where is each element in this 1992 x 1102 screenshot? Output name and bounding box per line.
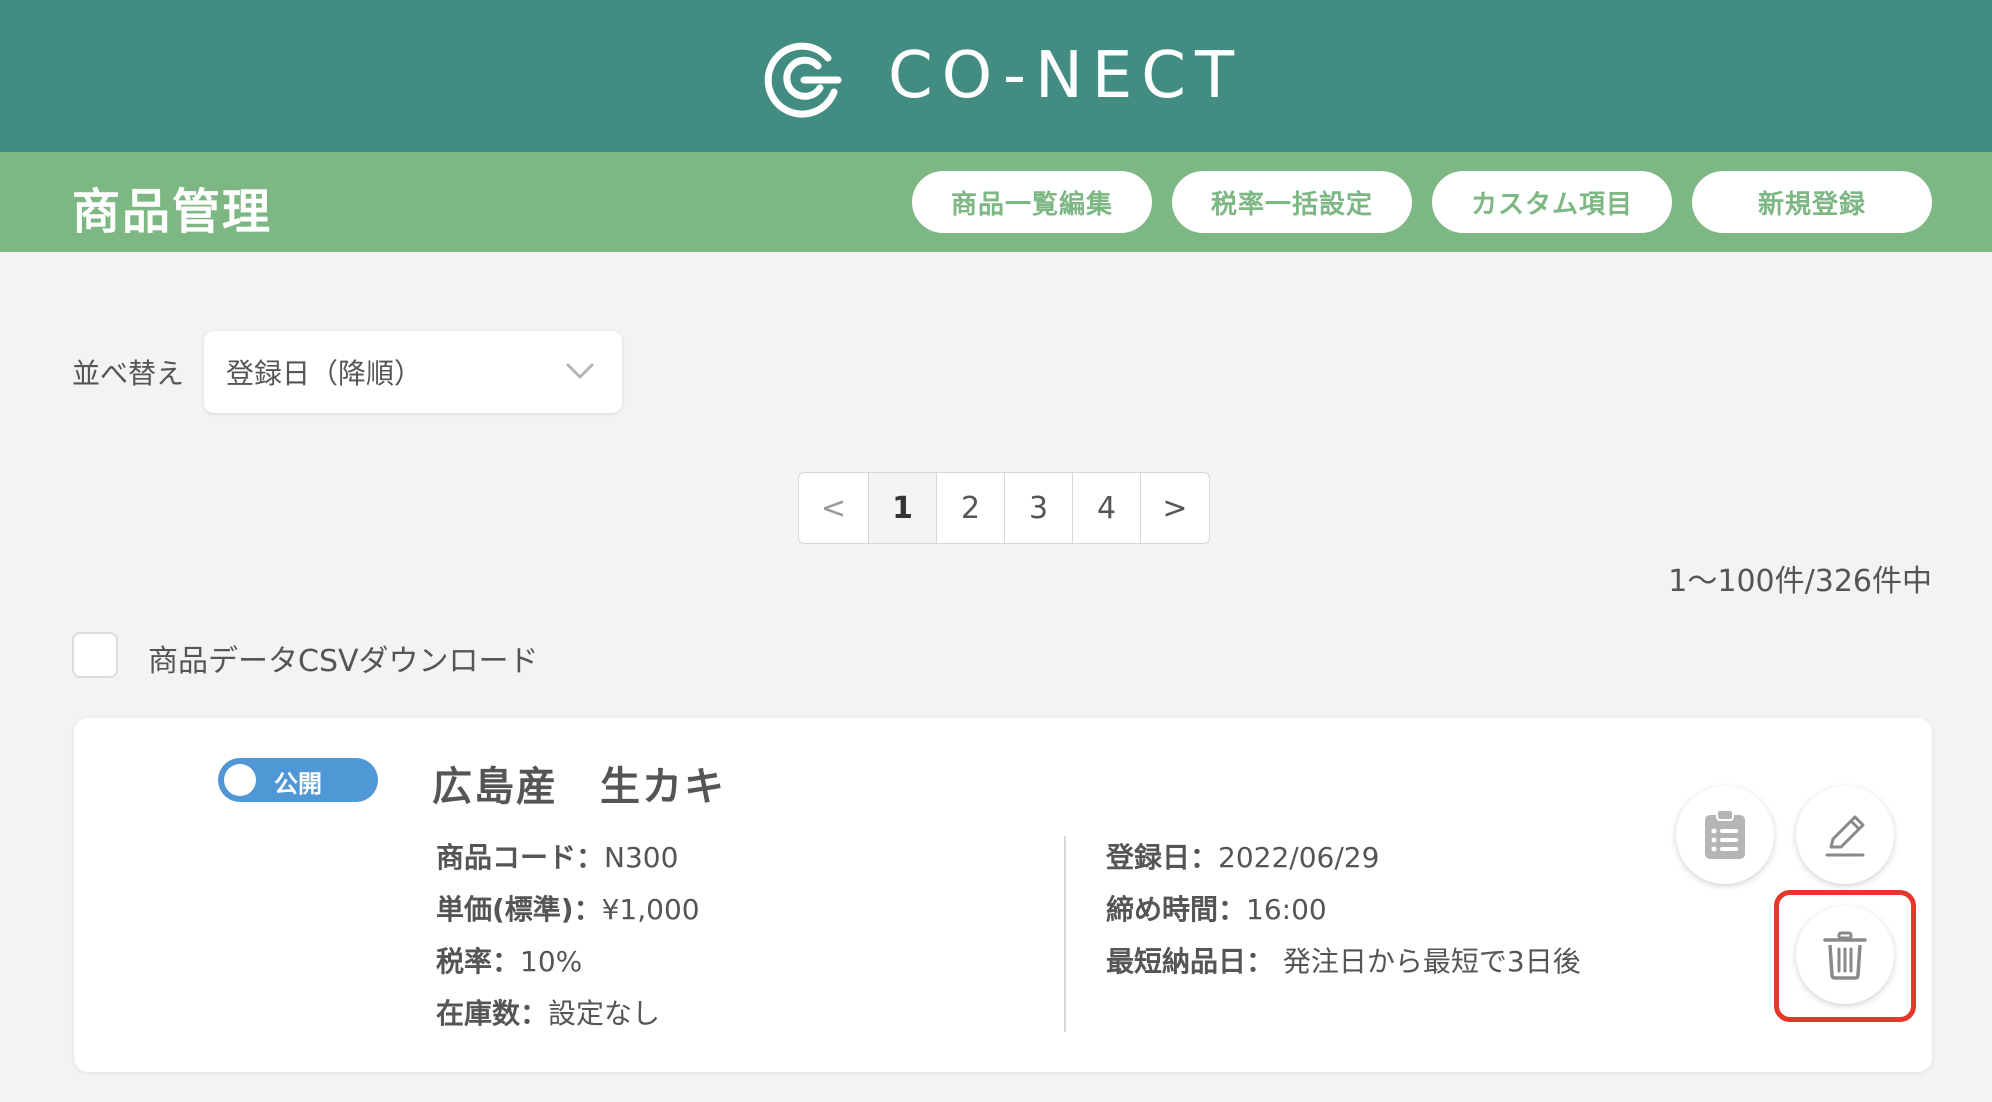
brand-name: CO-NECT (888, 39, 1244, 113)
publish-toggle[interactable]: 公開 (218, 758, 378, 802)
sort-selected-value: 登録日（降順） (226, 357, 423, 390)
new-registration-button[interactable]: 新規登録 (1692, 171, 1932, 233)
field-value: ¥1,000 (601, 893, 700, 926)
product-name: 広島産 生カキ (432, 764, 726, 810)
co-nect-logo-icon (764, 42, 842, 118)
pagination: < 1 2 3 4 > (798, 472, 1210, 544)
field-label: 登録日： (1106, 841, 1219, 874)
publish-status-label: 公開 (274, 770, 322, 798)
page-1-button[interactable]: 1 (869, 473, 937, 543)
field-value: N300 (604, 841, 679, 874)
product-code-row: 商品コード：N300 (436, 836, 678, 876)
field-label: 単価(標準)： (436, 893, 602, 926)
field-label: 締め時間： (1106, 893, 1247, 926)
field-value: 2022/06/29 (1218, 841, 1380, 874)
field-label: 税率： (436, 945, 521, 978)
prev-page-button[interactable]: < (799, 473, 869, 543)
csv-download-checkbox[interactable] (72, 632, 118, 678)
tax-rate-bulk-button[interactable]: 税率一括設定 (1172, 171, 1412, 233)
card-divider (1064, 836, 1066, 1032)
field-label: 最短納品日： (1106, 945, 1275, 978)
result-count: 1〜100件/326件中 (1668, 564, 1932, 599)
sort-select[interactable]: 登録日（降順） (204, 331, 622, 413)
field-label: 在庫数： (436, 997, 549, 1030)
csv-download-label[interactable]: 商品データCSVダウンロード (148, 636, 539, 680)
page-title: 商品管理 (72, 184, 273, 240)
field-value: 設定なし (548, 997, 661, 1030)
earliest-delivery-row: 最短納品日： 発注日から最短で3日後 (1106, 940, 1581, 980)
sort-label: 並べ替え (72, 357, 185, 390)
page-3-button[interactable]: 3 (1005, 473, 1073, 543)
brand[interactable]: CO-NECT (760, 26, 1243, 126)
stock-row: 在庫数：設定なし (436, 992, 660, 1032)
unit-price-row: 単価(標準)：¥1,000 (436, 888, 700, 928)
clipboard-list-icon (1705, 809, 1745, 859)
page-2-button[interactable]: 2 (937, 473, 1005, 543)
custom-fields-button[interactable]: カスタム項目 (1432, 171, 1672, 233)
page-4-button[interactable]: 4 (1073, 473, 1141, 543)
delete-button[interactable] (1796, 906, 1894, 1004)
registered-date-row: 登録日：2022/06/29 (1106, 836, 1379, 876)
tax-rate-row: 税率：10% (436, 940, 582, 980)
pencil-icon (1825, 815, 1865, 857)
field-value: 発注日から最短で3日後 (1274, 945, 1581, 978)
cutoff-time-row: 締め時間：16:00 (1106, 888, 1327, 928)
field-value: 16:00 (1246, 893, 1327, 926)
trash-icon (1823, 931, 1867, 980)
bulk-edit-button[interactable]: 商品一覧編集 (912, 171, 1152, 233)
chevron-down-icon (566, 363, 594, 379)
next-page-button[interactable]: > (1141, 473, 1209, 543)
edit-button[interactable] (1796, 786, 1894, 884)
detail-button[interactable] (1676, 786, 1774, 884)
toggle-knob (224, 764, 256, 796)
field-label: 商品コード： (436, 841, 605, 874)
field-value: 10% (520, 945, 583, 978)
